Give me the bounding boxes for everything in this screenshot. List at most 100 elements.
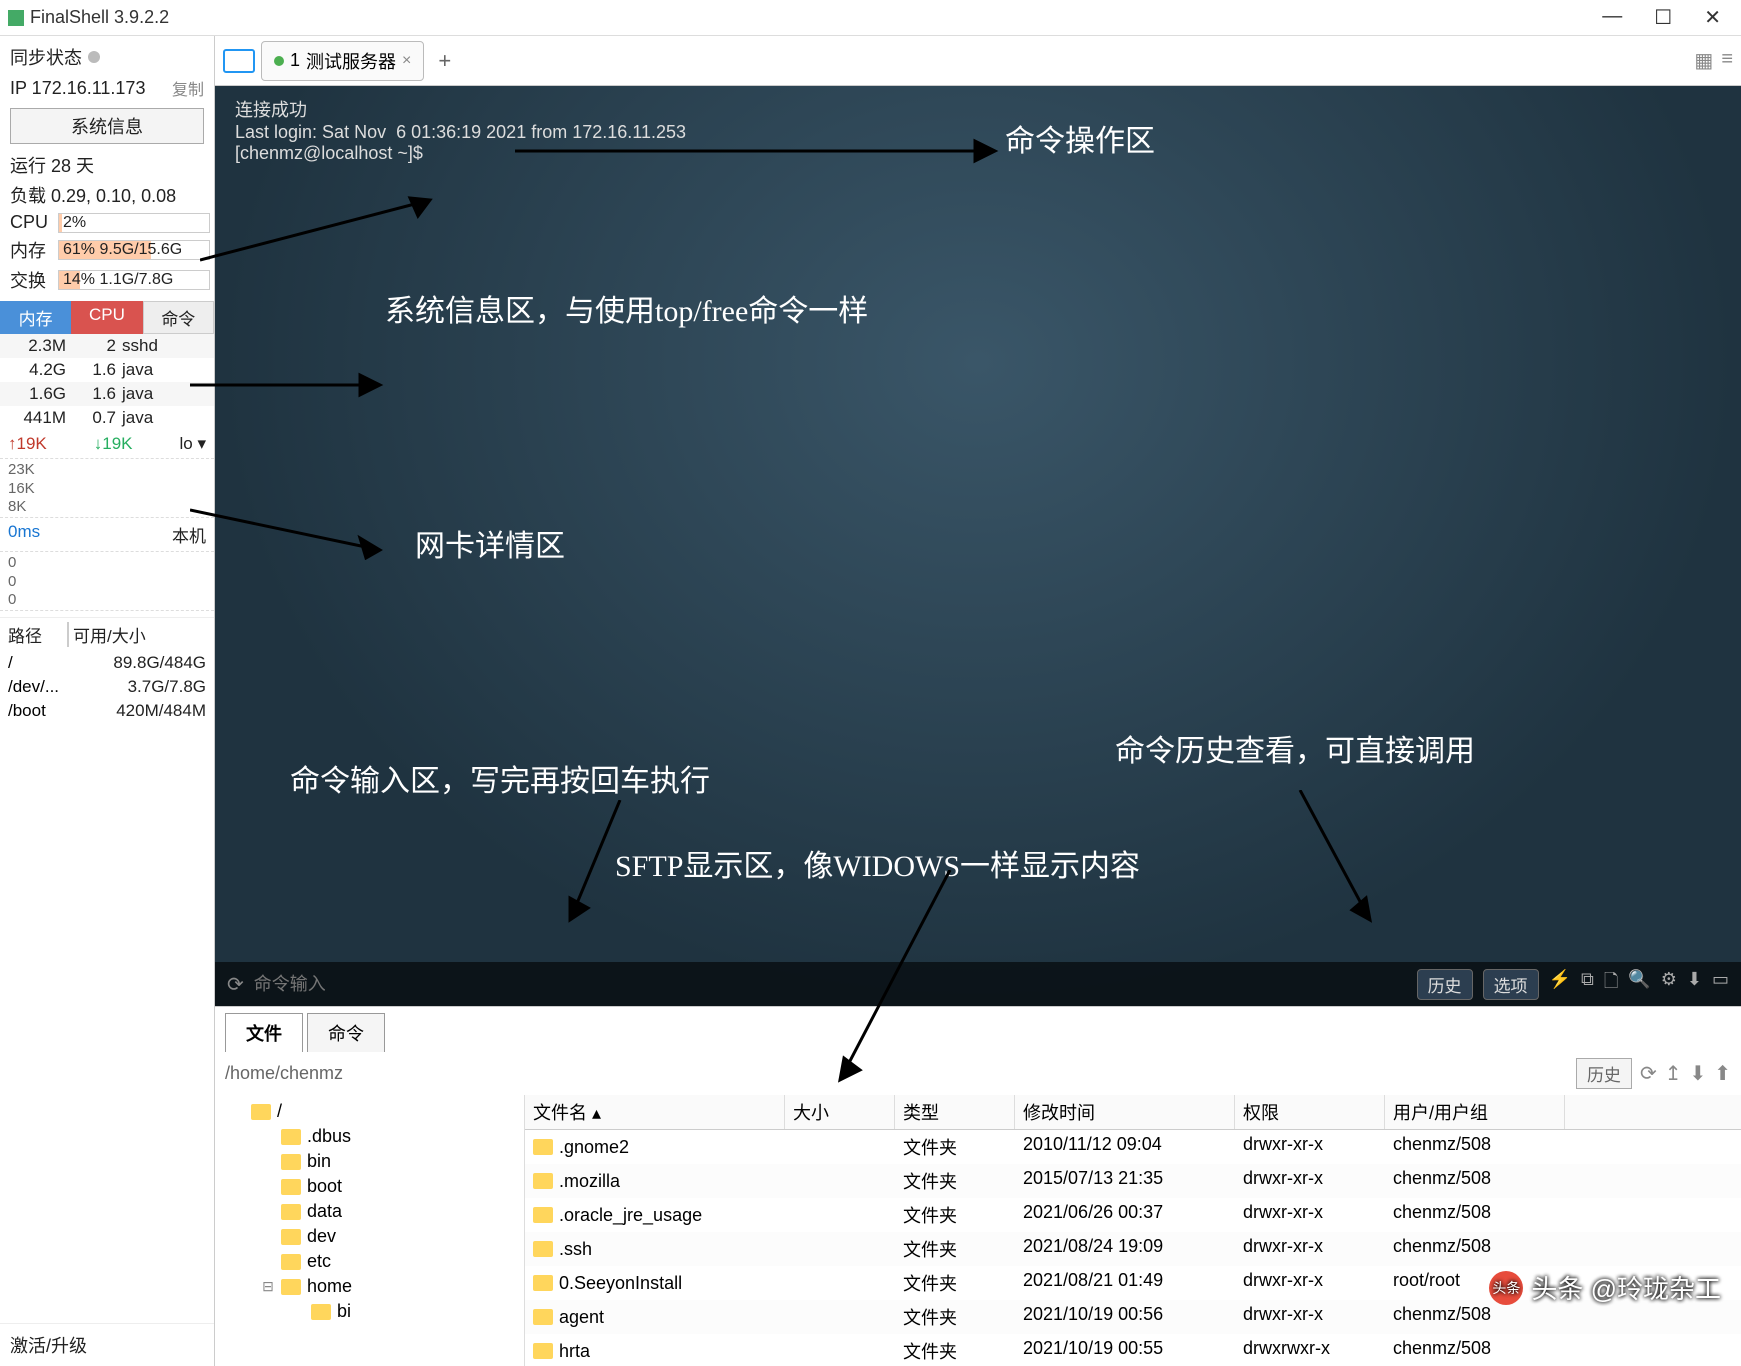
folder-icon: [533, 1343, 553, 1359]
search-icon[interactable]: 🔍: [1628, 969, 1650, 999]
grid-view-icon[interactable]: ▦: [1694, 48, 1713, 73]
tab-files[interactable]: 文件: [225, 1013, 303, 1052]
folder-icon: [533, 1275, 553, 1291]
upload-icon[interactable]: ⬆: [1714, 1061, 1731, 1086]
close-tab-icon[interactable]: ×: [402, 52, 411, 70]
gear-icon[interactable]: ⚙: [1661, 969, 1677, 999]
maximize-button[interactable]: ☐: [1654, 5, 1672, 30]
ping-host: 本机: [172, 522, 206, 547]
app-icon: [8, 10, 24, 26]
tree-node[interactable]: bin: [215, 1149, 524, 1174]
history-button[interactable]: 历史: [1417, 969, 1473, 1000]
copy-ip-button[interactable]: 复制: [172, 76, 204, 100]
load-label: 负载 0.29, 0.10, 0.08: [0, 180, 214, 210]
disk-row[interactable]: /boot420M/484M: [0, 699, 214, 723]
folder-icon: [281, 1179, 301, 1195]
col-perm[interactable]: 权限: [1235, 1095, 1385, 1129]
command-input-bar: ⟳ 历史 选项 ⚡ ⧉ 🗋 🔍 ⚙ ⬇ ▭: [215, 962, 1741, 1006]
process-row[interactable]: 4.2G1.6java: [0, 358, 214, 382]
annotation: 系统信息区，与使用top/free命令一样: [385, 286, 868, 330]
process-row[interactable]: 2.3M2sshd: [0, 334, 214, 358]
tree-node[interactable]: data: [215, 1199, 524, 1224]
sync-label: 同步状态: [10, 44, 82, 70]
file-row[interactable]: .gnome2文件夹2010/11/12 09:04drwxr-xr-xchen…: [525, 1130, 1741, 1164]
download-icon[interactable]: ⬇: [1689, 1061, 1706, 1086]
tab-cpu[interactable]: CPU: [71, 301, 142, 334]
file-row[interactable]: .ssh文件夹2021/08/24 19:09drwxr-xr-xchenmz/…: [525, 1232, 1741, 1266]
sync-status-dot: [88, 51, 100, 63]
current-path: /home/chenmz: [225, 1063, 1576, 1084]
tab-commands[interactable]: 命令: [307, 1013, 385, 1052]
file-row[interactable]: hrta文件夹2021/10/19 00:55drwxrwxr-xchenmz/…: [525, 1334, 1741, 1366]
folder-icon: [251, 1104, 271, 1120]
options-button[interactable]: 选项: [1483, 969, 1539, 1000]
cpu-label: CPU: [10, 212, 52, 233]
annotation: 命令输入区，写完再按回车执行: [290, 756, 710, 800]
up-icon[interactable]: ↥: [1665, 1061, 1682, 1086]
col-mtime[interactable]: 修改时间: [1015, 1095, 1235, 1129]
refresh-icon[interactable]: ⟳: [1640, 1061, 1657, 1086]
folder-icon: [281, 1229, 301, 1245]
annotation: 网卡详情区: [415, 521, 565, 565]
ip-label: IP 172.16.11.173: [10, 78, 145, 99]
file-row[interactable]: .mozilla文件夹2015/07/13 21:35drwxr-xr-xche…: [525, 1164, 1741, 1198]
tree-node[interactable]: .dbus: [215, 1124, 524, 1149]
list-view-icon[interactable]: ≡: [1721, 48, 1733, 73]
net-upload: ↑19K: [8, 434, 47, 454]
command-input[interactable]: [254, 974, 1407, 995]
paucket-icon[interactable]: 🗋: [1604, 969, 1618, 999]
swap-label: 交换: [10, 267, 52, 293]
col-type[interactable]: 类型: [895, 1095, 1015, 1129]
refresh-icon[interactable]: ⟳: [227, 972, 244, 997]
folder-icon[interactable]: [223, 49, 255, 73]
tree-node[interactable]: boot: [215, 1174, 524, 1199]
titlebar: FinalShell 3.9.2.2 — ☐ ✕: [0, 0, 1741, 36]
folder-icon: [281, 1254, 301, 1270]
col-size[interactable]: 大小: [785, 1095, 895, 1129]
ping-value: 0ms: [8, 522, 40, 547]
fullscreen-icon[interactable]: ▭: [1712, 969, 1729, 999]
activate-link[interactable]: 激活/升级: [0, 1323, 214, 1366]
status-dot-icon: [274, 56, 284, 66]
file-list[interactable]: 文件名 ▴ 大小 类型 修改时间 权限 用户/用户组 .gnome2文件夹201…: [525, 1095, 1741, 1366]
folder-icon: [533, 1207, 553, 1223]
disk-row[interactable]: /dev/...3.7G/7.8G: [0, 675, 214, 699]
tree-node[interactable]: etc: [215, 1249, 524, 1274]
annotation: 命令操作区: [1005, 116, 1155, 160]
folder-icon: [281, 1204, 301, 1220]
process-row[interactable]: 441M0.7java: [0, 406, 214, 430]
sidebar: 同步状态 IP 172.16.11.173 复制 系统信息 运行 28 天 负载 …: [0, 36, 215, 1366]
path-history-button[interactable]: 历史: [1576, 1058, 1632, 1089]
col-user[interactable]: 用户/用户组: [1385, 1095, 1565, 1129]
file-row[interactable]: .oracle_jre_usage文件夹2021/06/26 00:37drwx…: [525, 1198, 1741, 1232]
net-interface-select[interactable]: lo ▾: [180, 434, 207, 454]
disk-row[interactable]: /89.8G/484G: [0, 651, 214, 675]
folder-tree[interactable]: /.dbusbinbootdatadevetc⊟homebi: [215, 1095, 525, 1366]
bolt-icon[interactable]: ⚡: [1549, 969, 1571, 999]
annotation: SFTP显示区，像WIDOWS一样显示内容: [615, 841, 1140, 885]
tab-memory[interactable]: 内存: [0, 301, 71, 334]
system-info-button[interactable]: 系统信息: [10, 108, 204, 144]
tab-bar: 1 测试服务器 × + ▦ ≡: [215, 36, 1741, 86]
folder-icon: [281, 1129, 301, 1145]
ping-graph: 0 0 0: [0, 551, 214, 611]
download-icon[interactable]: ⬇: [1687, 969, 1702, 999]
tree-node[interactable]: /: [215, 1099, 524, 1124]
terminal[interactable]: 连接成功 Last login: Sat Nov 6 01:36:19 2021…: [215, 86, 1741, 1006]
process-row[interactable]: 1.6G1.6java: [0, 382, 214, 406]
tree-node[interactable]: bi: [215, 1299, 524, 1324]
minimize-button[interactable]: —: [1602, 5, 1622, 30]
col-name[interactable]: 文件名 ▴: [525, 1095, 785, 1129]
folder-icon: [533, 1241, 553, 1257]
process-table: 2.3M2sshd4.2G1.6java1.6G1.6java441M0.7ja…: [0, 334, 214, 430]
copy-icon[interactable]: ⧉: [1581, 969, 1594, 999]
tree-node[interactable]: dev: [215, 1224, 524, 1249]
tab-command[interactable]: 命令: [143, 301, 214, 334]
tree-node[interactable]: ⊟home: [215, 1274, 524, 1299]
session-tab[interactable]: 1 测试服务器 ×: [261, 41, 424, 81]
uptime-label: 运行 28 天: [0, 150, 214, 180]
folder-icon: [533, 1173, 553, 1189]
window-title: FinalShell 3.9.2.2: [30, 7, 169, 28]
new-tab-button[interactable]: +: [430, 48, 459, 74]
close-button[interactable]: ✕: [1704, 5, 1721, 30]
